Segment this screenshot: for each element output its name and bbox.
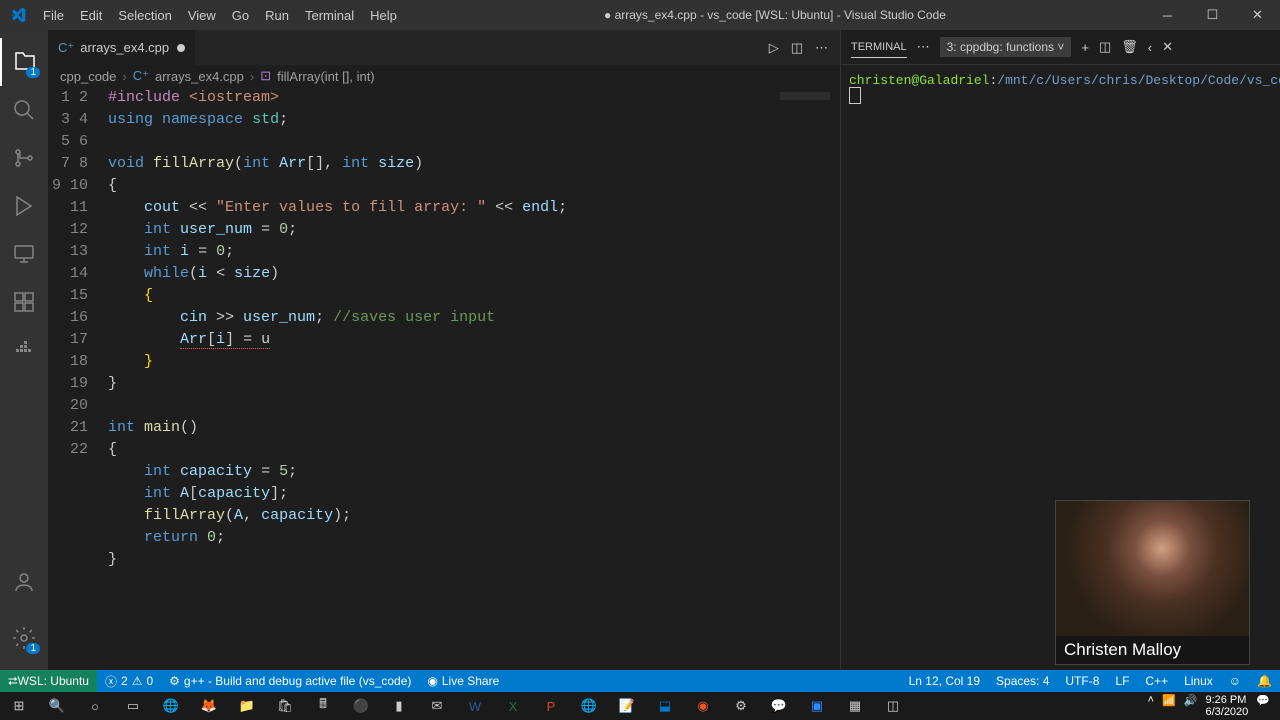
kill-terminal-icon[interactable]: 🗑 bbox=[1121, 39, 1138, 55]
menu-view[interactable]: View bbox=[180, 8, 224, 23]
terminal-tab[interactable]: TERMINAL bbox=[851, 37, 907, 58]
editor-tab[interactable]: C⁺ arrays_ex4.cpp bbox=[48, 30, 196, 65]
minimap[interactable] bbox=[780, 87, 840, 670]
minimize-button[interactable]: ─ bbox=[1145, 0, 1190, 30]
menu-help[interactable]: Help bbox=[362, 8, 405, 23]
sublime-icon[interactable]: 📝 bbox=[608, 692, 646, 720]
run-icon[interactable]: ▷ bbox=[769, 40, 779, 56]
wifi-icon[interactable]: 📶 bbox=[1162, 694, 1176, 718]
code-editor[interactable]: #include <iostream> using namespace std;… bbox=[108, 87, 840, 670]
search-icon[interactable] bbox=[0, 86, 48, 134]
cursor-position[interactable]: Ln 12, Col 19 bbox=[901, 674, 988, 688]
menu-run[interactable]: Run bbox=[257, 8, 297, 23]
notifications-icon[interactable]: 🔔 bbox=[1249, 674, 1280, 688]
cortana-icon[interactable]: ○ bbox=[76, 692, 114, 720]
extensions-icon[interactable] bbox=[0, 278, 48, 326]
start-button[interactable]: ⊞ bbox=[0, 692, 38, 720]
edge-icon[interactable]: 🌐 bbox=[570, 692, 608, 720]
feedback-icon[interactable]: ☺ bbox=[1221, 674, 1249, 688]
docker-icon[interactable] bbox=[0, 326, 48, 374]
line-numbers: 1 2 3 4 5 6 7 8 9 10 11 12 13 14 15 16 1… bbox=[48, 87, 108, 670]
obs-icon[interactable]: ⚫ bbox=[342, 692, 380, 720]
volume-icon[interactable]: 🔊 bbox=[1184, 694, 1198, 718]
notifications-tray-icon[interactable]: 💬 bbox=[1256, 694, 1270, 718]
prev-icon[interactable]: ‹ bbox=[1148, 40, 1152, 55]
explorer-icon[interactable]: 1 bbox=[0, 38, 48, 86]
accounts-icon[interactable] bbox=[0, 558, 48, 606]
menu-selection[interactable]: Selection bbox=[110, 8, 179, 23]
chat-icon[interactable]: 💬 bbox=[760, 692, 798, 720]
store-icon[interactable]: 🛍 bbox=[266, 692, 304, 720]
close-panel-icon[interactable]: ✕ bbox=[1162, 39, 1173, 55]
more-actions-icon[interactable]: ⋯ bbox=[815, 40, 828, 56]
camera-overlay: Christen Malloy bbox=[1055, 500, 1250, 665]
task-view-icon[interactable]: ▭ bbox=[114, 692, 152, 720]
remote-explorer-icon[interactable] bbox=[0, 230, 48, 278]
zoom-icon[interactable]: ▣ bbox=[798, 692, 836, 720]
word-icon[interactable]: W bbox=[456, 692, 494, 720]
terminal-selector[interactable]: 3: cppdbg: functions ˅ bbox=[940, 37, 1072, 57]
mail-icon[interactable]: ✉ bbox=[418, 692, 456, 720]
tab-label: arrays_ex4.cpp bbox=[80, 40, 169, 55]
language-mode[interactable]: C++ bbox=[1137, 674, 1176, 688]
encoding[interactable]: UTF-8 bbox=[1057, 674, 1107, 688]
camera-name: Christen Malloy bbox=[1056, 636, 1249, 664]
tray-chevron-icon[interactable]: ˄ bbox=[1148, 694, 1154, 718]
split-editor-icon[interactable]: ◫ bbox=[791, 40, 803, 56]
indentation[interactable]: Spaces: 4 bbox=[988, 674, 1057, 688]
source-control-icon[interactable] bbox=[0, 134, 48, 182]
eol[interactable]: LF bbox=[1107, 674, 1137, 688]
firefox-icon[interactable]: 🦊 bbox=[190, 692, 228, 720]
split-terminal-icon[interactable]: ◫ bbox=[1099, 39, 1111, 55]
excel-icon[interactable]: X bbox=[494, 692, 532, 720]
debug-icon[interactable] bbox=[0, 182, 48, 230]
vscode-logo bbox=[0, 7, 35, 23]
remote-indicator[interactable]: ⮂ WSL: Ubuntu bbox=[0, 670, 97, 692]
settings-icon[interactable]: ⚙ bbox=[722, 692, 760, 720]
maximize-button[interactable]: ☐ bbox=[1190, 0, 1235, 30]
clock[interactable]: 9:26 PM6/3/2020 bbox=[1205, 694, 1248, 718]
powerpoint-icon[interactable]: P bbox=[532, 692, 570, 720]
terminal-output[interactable]: christen@Galadriel:/mnt/c/Users/chris/De… bbox=[841, 65, 1280, 111]
explorer-icon[interactable]: 📁 bbox=[228, 692, 266, 720]
close-button[interactable]: ✕ bbox=[1235, 0, 1280, 30]
more-icon[interactable]: ⋯ bbox=[917, 39, 930, 55]
terminal-icon[interactable]: ▮ bbox=[380, 692, 418, 720]
camera-video bbox=[1056, 501, 1249, 636]
vscode-icon[interactable]: ⬓ bbox=[646, 692, 684, 720]
app2-icon[interactable]: ◫ bbox=[874, 692, 912, 720]
menu-edit[interactable]: Edit bbox=[72, 8, 110, 23]
appnew-icon[interactable]: ▦ bbox=[836, 692, 874, 720]
modified-indicator-icon bbox=[177, 44, 185, 52]
chrome-icon[interactable]: 🌐 bbox=[152, 692, 190, 720]
menu-file[interactable]: File bbox=[35, 8, 72, 23]
problems-indicator[interactable]: ⓧ2 ⚠0 bbox=[97, 673, 161, 690]
live-share[interactable]: ◉Live Share bbox=[419, 674, 507, 688]
breadcrumb[interactable]: cpp_code › C⁺ arrays_ex4.cpp › ⊡ fillArr… bbox=[48, 65, 840, 87]
menu-go[interactable]: Go bbox=[224, 8, 257, 23]
ubuntu-icon[interactable]: ◉ bbox=[684, 692, 722, 720]
new-terminal-icon[interactable]: + bbox=[1081, 40, 1089, 55]
calculator-icon[interactable]: 🖩 bbox=[304, 692, 342, 720]
menu-terminal[interactable]: Terminal bbox=[297, 8, 362, 23]
search-icon[interactable]: 🔍 bbox=[38, 692, 76, 720]
settings-icon[interactable]: 1 bbox=[0, 614, 48, 662]
os[interactable]: Linux bbox=[1176, 674, 1221, 688]
build-task[interactable]: ⚙g++ - Build and debug active file (vs_c… bbox=[161, 674, 419, 688]
window-title: ● arrays_ex4.cpp - vs_code [WSL: Ubuntu]… bbox=[405, 8, 1145, 22]
